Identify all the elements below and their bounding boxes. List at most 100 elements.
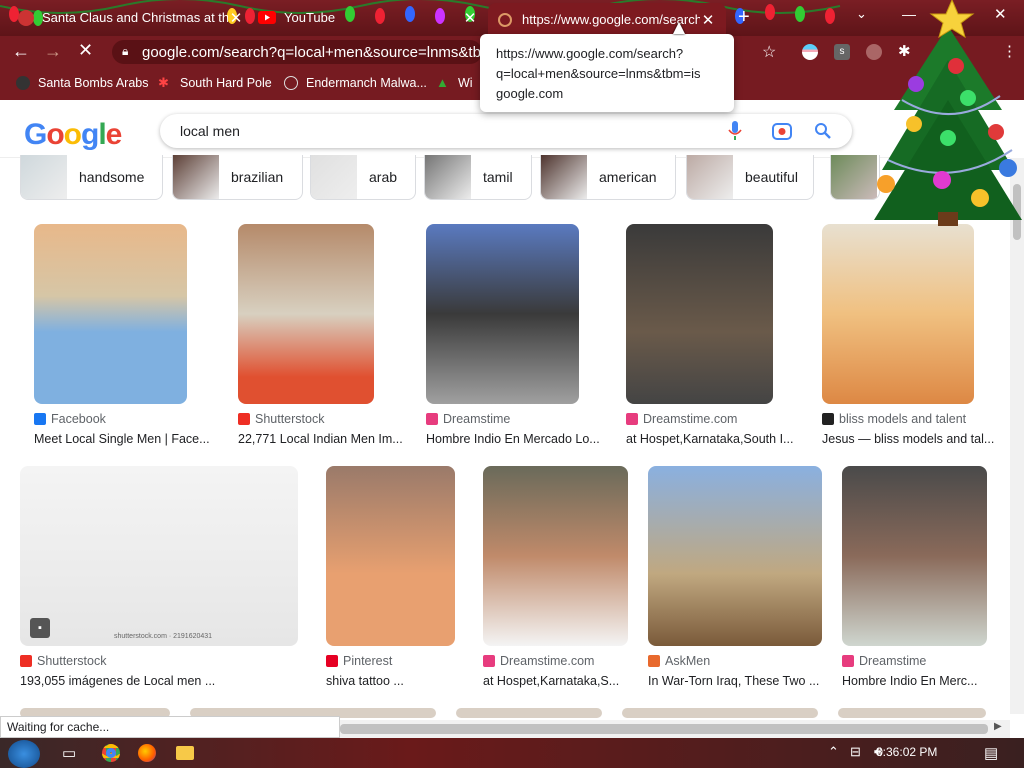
logo-letter: o (63, 118, 82, 151)
start-button[interactable] (8, 740, 40, 768)
result-source[interactable]: Pinterest (326, 654, 485, 668)
result-image[interactable] (326, 466, 455, 646)
result-title[interactable]: 22,771 Local Indian Men Im... (238, 432, 404, 446)
notifications-icon[interactable]: ▤ (984, 744, 998, 762)
result-title[interactable]: 193,055 imágenes de Local men ... (20, 674, 328, 688)
chip-thumbnail (173, 155, 219, 199)
new-tab-button[interactable]: + (738, 6, 750, 29)
result-title[interactable]: at Hospet,Karnataka,S... (483, 674, 658, 688)
bookmark-label: South Hard Pole (180, 76, 272, 90)
close-tab-icon[interactable]: ✕ (700, 11, 716, 29)
show-hidden-icons-icon[interactable]: ⌃ (828, 744, 839, 760)
tooltip-url-line2: q=local+men&source=lnms&tbm=is (496, 66, 701, 81)
network-icon[interactable]: ⊟ (850, 744, 861, 760)
result-source[interactable]: Dreamstime (426, 412, 609, 426)
address-bar[interactable]: 🔒︎ google.com/search?q=local+men&source=… (112, 40, 482, 64)
filter-chip-tamil[interactable]: tamil (424, 155, 532, 200)
result-title[interactable]: Hombre Indio En Merc... (842, 674, 1017, 688)
tab-google-search-active[interactable]: https://www.google.com/search ✕ (488, 3, 726, 36)
globe-icon (284, 76, 298, 90)
result-image[interactable] (648, 466, 822, 646)
chip-thumbnail (687, 155, 733, 199)
task-view-icon[interactable]: ▭ (62, 744, 76, 762)
horizontal-scroll-thumb[interactable] (340, 724, 988, 734)
bookmark-wi[interactable]: ▲ Wi (436, 76, 473, 91)
result-title[interactable]: Meet Local Single Men | Face... (34, 432, 217, 446)
result-source[interactable]: Dreamstime.com (626, 412, 803, 426)
tab-search-chevron-icon[interactable]: ⌄ (856, 6, 867, 22)
result-title[interactable]: Jesus — bliss models and tal... (822, 432, 1004, 446)
firefox-taskbar-icon[interactable] (138, 744, 156, 762)
result-image-partial[interactable] (622, 708, 818, 718)
result-image[interactable] (34, 224, 187, 404)
search-input[interactable] (180, 121, 700, 141)
lock-icon: 🔒︎ (122, 44, 129, 58)
scroll-right-arrow-icon[interactable]: ▶ (994, 721, 1002, 732)
result-source[interactable]: Shutterstock (20, 654, 328, 668)
source-label: Pinterest (343, 654, 393, 668)
result-image[interactable] (238, 224, 374, 404)
filter-chip-handsome[interactable]: handsome (20, 155, 163, 200)
tab-youtube[interactable]: YouTube ✕ (258, 0, 478, 35)
search-box[interactable] (160, 114, 852, 148)
filter-chip-brazilian[interactable]: brazilian (172, 155, 303, 200)
result-source[interactable]: Dreamstime (842, 654, 1017, 668)
extension-s-icon[interactable]: s (834, 44, 850, 60)
close-tab-icon[interactable]: ✕ (462, 9, 478, 27)
logo-letter: G (24, 118, 47, 151)
result-source[interactable]: Facebook (34, 412, 217, 426)
tab-santa[interactable]: Santa Claus and Christmas at the ✕ (18, 0, 244, 35)
forward-arrow-icon[interactable]: → (44, 41, 62, 62)
bookmark-endermanch[interactable]: Endermanch Malwa... (284, 76, 427, 90)
loading-favicon-icon (498, 12, 512, 27)
chip-label: arab (369, 169, 398, 185)
vertical-scrollbar[interactable] (1010, 158, 1024, 714)
chip-label: tamil (483, 169, 513, 185)
result-title[interactable]: In War-Torn Iraq, These Two ... (648, 674, 852, 688)
close-tab-icon[interactable]: ✕ (228, 9, 244, 27)
source-favicon-icon (822, 413, 834, 425)
source-label: Dreamstime.com (500, 654, 595, 668)
bookmark-santa-bombs[interactable]: Santa Bombs Arabs (16, 76, 148, 90)
result-image[interactable] (483, 466, 628, 646)
youtube-icon (258, 11, 276, 24)
filter-chip-american[interactable]: american (540, 155, 676, 200)
result-source[interactable]: Shutterstock (238, 412, 404, 426)
back-arrow-icon[interactable]: ← (12, 41, 30, 62)
chrome-taskbar-icon[interactable] (102, 744, 120, 762)
result-source[interactable]: bliss models and talent (822, 412, 1004, 426)
source-label: Dreamstime.com (643, 412, 738, 426)
result-image-partial[interactable] (838, 708, 986, 718)
result-image[interactable] (842, 466, 987, 646)
result-image[interactable] (426, 224, 579, 404)
result-title[interactable]: shiva tattoo ... (326, 674, 485, 688)
file-explorer-icon[interactable] (176, 746, 194, 760)
result-image-partial[interactable] (456, 708, 602, 718)
result-source[interactable]: AskMen (648, 654, 852, 668)
flag-extension-icon[interactable] (802, 44, 818, 60)
bookmark-south-hard-pole[interactable]: ✱ South Hard Pole (158, 76, 272, 91)
chip-thumbnail (425, 155, 471, 199)
source-favicon-icon (238, 413, 250, 425)
christmas-tree-decoration (874, 0, 1022, 226)
logo-letter: e (105, 118, 123, 151)
source-favicon-icon (626, 413, 638, 425)
chip-label: handsome (79, 169, 145, 185)
result-image[interactable] (20, 466, 298, 646)
mouse-cursor-icon (673, 22, 685, 34)
result-image[interactable] (822, 224, 974, 404)
filter-chip-arab[interactable]: arab (310, 155, 416, 200)
filter-chip-beautiful[interactable]: beautiful (686, 155, 814, 200)
result-image[interactable] (626, 224, 773, 404)
result-title[interactable]: at Hospet,Karnataka,South I... (626, 432, 803, 446)
bookmark-star-icon[interactable]: ☆ (762, 42, 776, 62)
result-title[interactable]: Hombre Indio En Mercado Lo... (426, 432, 609, 446)
google-logo[interactable]: Google (24, 118, 123, 152)
result-source[interactable]: Dreamstime.com (483, 654, 658, 668)
system-clock[interactable]: 3:36:02 PM (876, 745, 937, 759)
camera-lens-icon[interactable] (772, 121, 792, 141)
microphone-icon[interactable] (728, 121, 742, 141)
stop-loading-icon[interactable]: ✕ (78, 40, 93, 61)
tab-label: YouTube (284, 10, 336, 25)
search-icon[interactable] (814, 122, 832, 140)
